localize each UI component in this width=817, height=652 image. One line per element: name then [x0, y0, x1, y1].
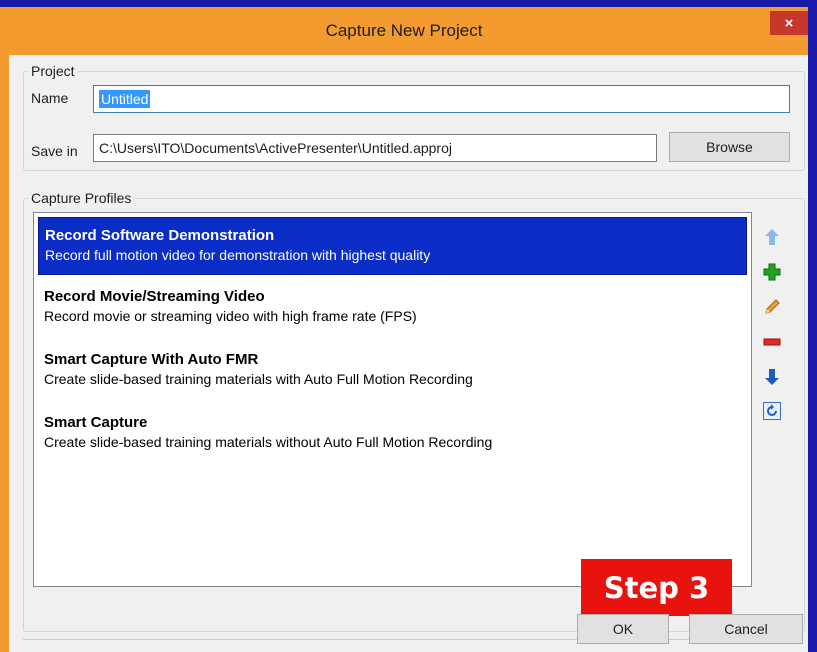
desktop-right-strip	[808, 7, 817, 652]
list-item[interactable]: Smart Capture With Auto FMR Create slide…	[38, 342, 747, 400]
remove-profile-button[interactable]	[761, 331, 783, 353]
profile-title: Smart Capture With Auto FMR	[44, 351, 259, 368]
dialog-client-area: Project Name Untitled Save in C:\Users\I…	[9, 55, 808, 652]
edit-profile-button[interactable]	[761, 296, 783, 318]
list-item[interactable]: Record Movie/Streaming Video Record movi…	[38, 279, 747, 337]
ok-button[interactable]: OK	[577, 614, 669, 644]
step-annotation-badge: Step 3	[581, 559, 732, 616]
profile-description: Create slide-based training materials wi…	[44, 371, 473, 387]
close-button[interactable]: ×	[770, 11, 808, 35]
remove-icon	[763, 338, 781, 346]
reset-profiles-button[interactable]	[761, 400, 783, 422]
footer-divider	[23, 639, 803, 640]
edit-icon	[765, 299, 780, 314]
profile-title: Record Software Demonstration	[45, 227, 275, 244]
profile-title: Smart Capture	[44, 414, 148, 431]
move-down-icon	[765, 369, 779, 385]
name-field-value: Untitled	[99, 90, 151, 108]
profile-title: Record Movie/Streaming Video	[44, 288, 265, 305]
cancel-button[interactable]: Cancel	[689, 614, 803, 644]
profile-description: Record movie or streaming video with hig…	[44, 308, 417, 324]
reset-icon	[763, 402, 781, 420]
capture-new-project-dialog: Capture New Project × Project Name Untit…	[0, 7, 808, 652]
add-profile-button[interactable]	[761, 261, 783, 283]
capture-profiles-label: Capture Profiles	[31, 190, 132, 206]
profile-description: Record full motion video for demonstrati…	[45, 247, 431, 263]
name-label: Name	[31, 90, 69, 106]
capture-profiles-list[interactable]: Record Software Demonstration Record ful…	[33, 212, 752, 587]
desktop-top-strip	[0, 0, 817, 7]
save-path-field[interactable]: C:\Users\ITO\Documents\ActivePresenter\U…	[93, 134, 657, 162]
title-bar[interactable]: Capture New Project ×	[0, 7, 808, 55]
browse-button[interactable]: Browse	[669, 132, 790, 162]
list-item[interactable]: Smart Capture Create slide-based trainin…	[38, 405, 747, 463]
dialog-title: Capture New Project	[325, 21, 483, 40]
save-in-label: Save in	[31, 143, 78, 159]
move-up-icon	[765, 229, 779, 245]
list-item[interactable]: Record Software Demonstration Record ful…	[38, 217, 747, 275]
profile-description: Create slide-based training materials wi…	[44, 434, 493, 450]
project-group-label: Project	[31, 63, 75, 79]
move-up-button[interactable]	[761, 226, 783, 248]
move-down-button[interactable]	[761, 366, 783, 388]
name-field[interactable]: Untitled	[93, 85, 790, 113]
add-icon	[763, 263, 781, 281]
